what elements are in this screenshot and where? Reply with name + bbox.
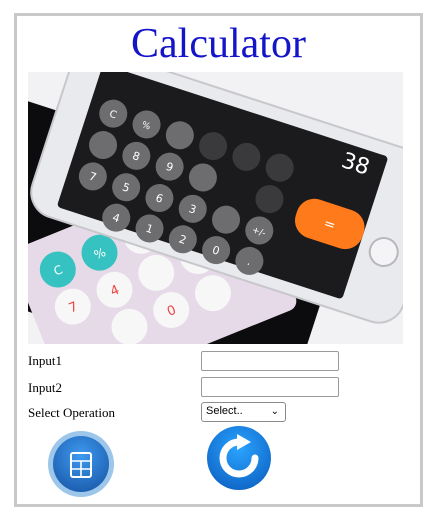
calculator-phone-illustration: C % 8 5 7 4 0 38 = C	[28, 72, 403, 344]
input1-label: Input1	[28, 353, 62, 368]
input1-field[interactable]	[201, 351, 339, 371]
chevron-down-icon: ⌄	[270, 406, 279, 417]
operation-select[interactable]: Select.. ⌄	[201, 402, 286, 422]
input2-field[interactable]	[201, 377, 339, 397]
operation-select-value: Select..	[206, 405, 243, 417]
calculator-icon	[48, 431, 114, 497]
page-title: Calculator	[131, 21, 306, 67]
input2-label: Input2	[28, 380, 62, 395]
reset-button[interactable]	[205, 424, 273, 492]
calculate-button[interactable]	[46, 429, 116, 499]
refresh-icon	[207, 426, 271, 490]
operation-label: Select Operation	[28, 405, 115, 420]
hero-image: C % 8 5 7 4 0 38 = C	[28, 72, 403, 344]
